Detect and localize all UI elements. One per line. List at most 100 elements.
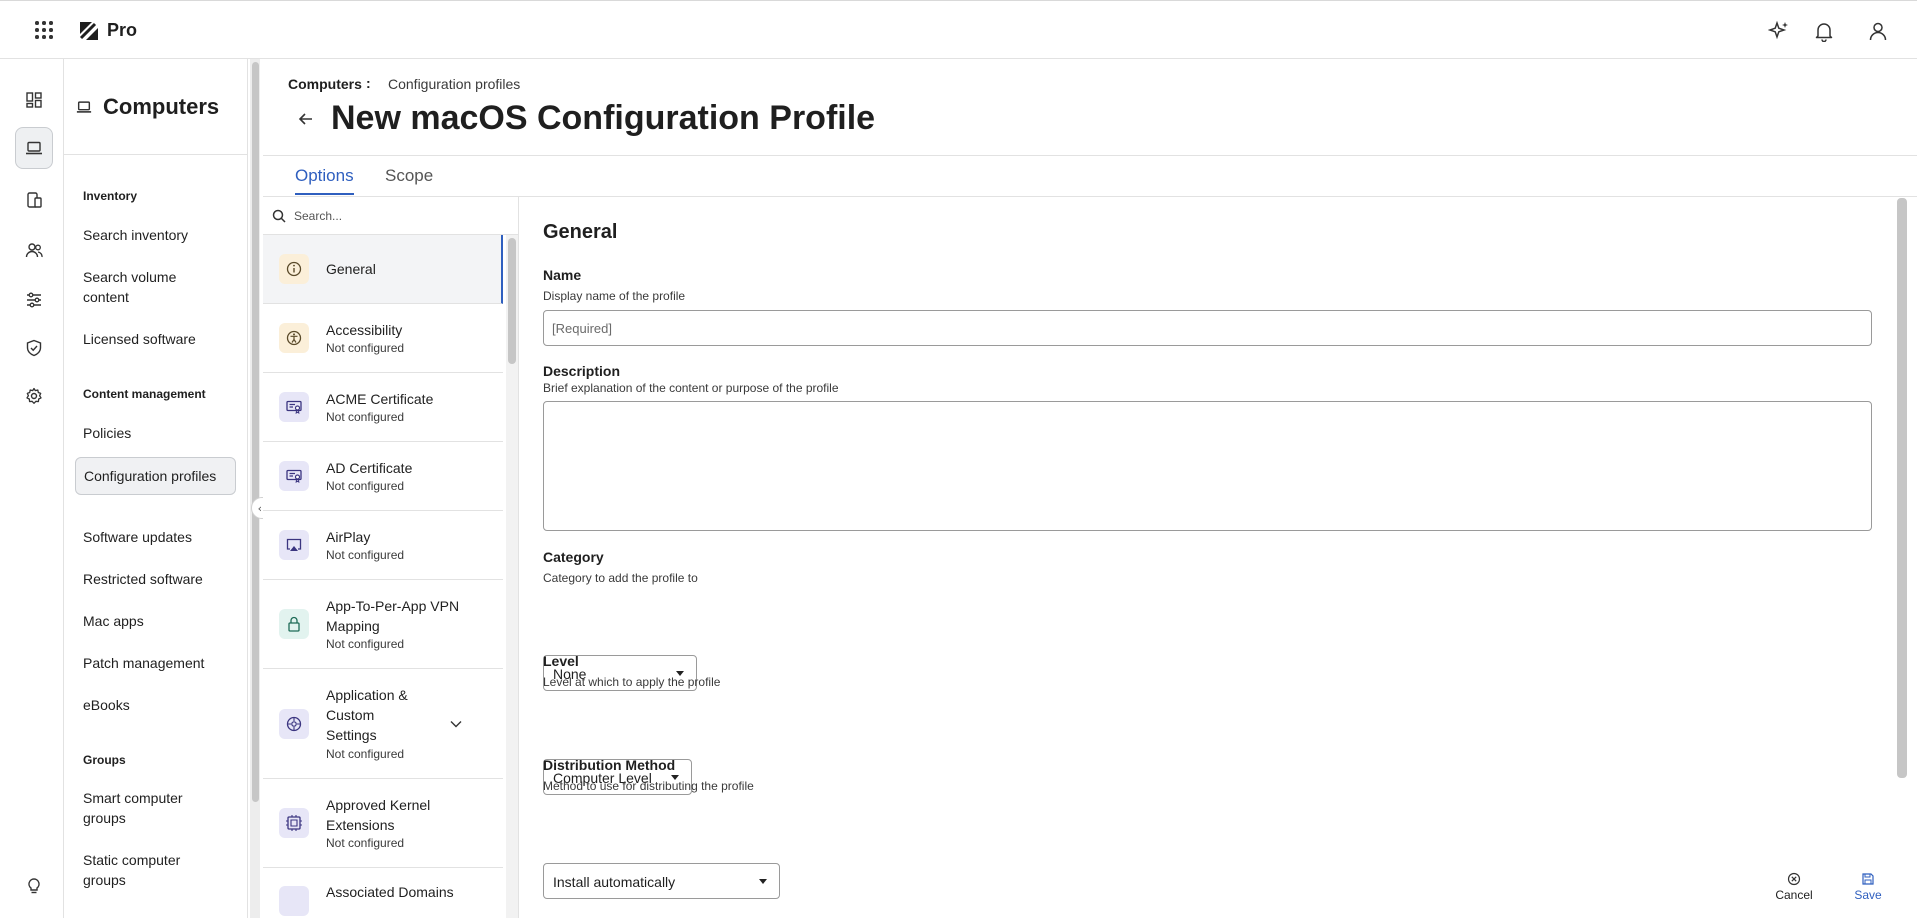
payload-item-acme-certificate[interactable]: ACME Certificate Not configured: [263, 373, 503, 442]
security-nav-button[interactable]: [15, 327, 53, 369]
ai-sparkle-icon[interactable]: [1768, 20, 1790, 42]
certificate-icon: [279, 461, 309, 491]
sidebar-item-smart-computer-groups[interactable]: Smart computer groups: [74, 788, 235, 828]
save-icon: [1862, 873, 1874, 885]
shield-check-icon: [26, 339, 42, 357]
dashboard-icon: [26, 92, 42, 108]
active-tab-indicator: [295, 193, 354, 195]
sidebar-section-content-management: Content management: [83, 387, 206, 401]
devices-nav-button[interactable]: [15, 179, 53, 221]
payload-status: Not configured: [326, 479, 405, 493]
distribution-method-label: Distribution Method: [543, 757, 676, 773]
sidebar-scrollbar-thumb[interactable]: [252, 62, 259, 802]
description-field[interactable]: [543, 401, 1872, 531]
form-section-title: General: [543, 221, 618, 243]
sidebar-item-search-inventory[interactable]: Search inventory: [74, 225, 235, 245]
cancel-button[interactable]: Cancel: [1774, 872, 1814, 902]
sidebar-item-software-updates[interactable]: Software updates: [74, 527, 235, 547]
save-label: Save: [1854, 888, 1882, 902]
payload-search-input[interactable]: [294, 206, 494, 226]
domains-icon: [279, 886, 309, 916]
distribution-method-select[interactable]: Install automatically: [543, 863, 780, 899]
laptop-icon: [26, 141, 42, 155]
tips-nav-button[interactable]: [15, 865, 53, 907]
payload-item-airplay[interactable]: AirPlay Not configured: [263, 511, 503, 580]
back-arrow-icon[interactable]: [296, 109, 316, 129]
sidebar-item-patch-management[interactable]: Patch management: [74, 653, 235, 673]
users-nav-button[interactable]: [15, 229, 53, 271]
payload-name: Associated Domains: [326, 884, 454, 900]
left-navigation-rail: [0, 59, 64, 918]
gear-icon: [26, 387, 42, 404]
cancel-icon: [1787, 872, 1801, 886]
settings-sliders-nav-button[interactable]: [15, 279, 53, 321]
name-field[interactable]: [543, 310, 1872, 346]
sidebar-item-ebooks[interactable]: eBooks: [74, 695, 235, 715]
sidebar-title: Computers: [103, 94, 220, 119]
payload-name: Accessibility: [326, 322, 403, 338]
tab-options[interactable]: Options: [295, 166, 354, 186]
tab-scope[interactable]: Scope: [385, 166, 433, 186]
sidebar-item-configuration-profiles[interactable]: Configuration profiles: [75, 457, 236, 495]
category-help: Category to add the profile to: [543, 571, 698, 585]
sidebar-header: Computers: [64, 59, 248, 155]
dashboard-nav-button[interactable]: [15, 79, 53, 121]
divider: [263, 155, 1917, 156]
laptop-icon: [76, 101, 92, 113]
payload-status: Not configured: [326, 341, 405, 355]
payload-name: Application & Custom Settings: [326, 687, 408, 743]
payload-item-approved-kernel-extensions[interactable]: Approved Kernel Extensions Not configure…: [263, 779, 503, 868]
payload-name: General: [326, 261, 376, 277]
users-icon: [25, 243, 43, 258]
category-label: Category: [543, 549, 604, 565]
payload-list-scrollbar-thumb[interactable]: [508, 238, 516, 364]
payload-name: ACME Certificate: [326, 391, 434, 407]
lock-icon: [279, 609, 309, 639]
payload-name: App-To-Per-App VPN Mapping: [326, 598, 460, 634]
sidebar-item-search-volume-content[interactable]: Search volume content: [74, 267, 235, 307]
payload-search: [263, 197, 518, 235]
sidebar-section-groups: Groups: [83, 753, 126, 767]
brand-name: Pro: [107, 20, 138, 40]
breadcrumb-separator: :: [366, 75, 371, 91]
airplay-icon: [279, 530, 309, 560]
lightbulb-icon: [28, 878, 40, 894]
cancel-label: Cancel: [1775, 888, 1813, 902]
payload-item-application-custom-settings[interactable]: Application & Custom Settings Not config…: [263, 669, 503, 779]
payload-name: AirPlay: [326, 529, 371, 545]
app-launcher-icon[interactable]: [35, 21, 53, 39]
chevron-down-icon[interactable]: [450, 719, 462, 729]
payload-status: Not configured: [326, 548, 405, 562]
general-payload-form: General Name Display name of the profile…: [520, 197, 1917, 918]
user-account-icon[interactable]: [1867, 20, 1889, 42]
form-scrollbar-thumb[interactable]: [1897, 198, 1907, 778]
breadcrumb-root[interactable]: Computers: [288, 76, 362, 92]
payload-name: Approved Kernel Extensions: [326, 797, 431, 833]
main-content: Computers : Configuration profiles New m…: [263, 59, 1917, 918]
description-help: Brief explanation of the content or purp…: [543, 381, 839, 395]
payload-list: General Accessibility Not configured ACM…: [263, 197, 519, 918]
sidebar-item-licensed-software[interactable]: Licensed software: [74, 329, 235, 349]
caret-down-icon: [759, 879, 767, 884]
brand-logo-icon: [79, 22, 98, 40]
computers-nav-button[interactable]: [15, 127, 53, 169]
payload-item-ad-certificate[interactable]: AD Certificate Not configured: [263, 442, 503, 511]
payload-item-associated-domains[interactable]: Associated Domains: [263, 868, 503, 918]
distribution-method-selected-value: Install automatically: [553, 874, 676, 890]
sidebar-item-mac-apps[interactable]: Mac apps: [74, 611, 235, 631]
payload-status: Not configured: [326, 410, 405, 424]
description-label: Description: [543, 363, 621, 379]
level-label: Level: [543, 653, 579, 669]
payload-item-app-to-per-app-vpn[interactable]: App-To-Per-App VPN Mapping Not configure…: [263, 580, 503, 669]
sidebar-item-policies[interactable]: Policies: [74, 423, 235, 443]
sidebar-item-restricted-software[interactable]: Restricted software: [74, 569, 235, 589]
breadcrumb-current[interactable]: Configuration profiles: [388, 76, 520, 92]
payload-item-accessibility[interactable]: Accessibility Not configured: [263, 304, 503, 373]
settings-gear-icon: [279, 709, 309, 739]
page-title: New macOS Configuration Profile: [331, 99, 876, 137]
settings-nav-button[interactable]: [15, 375, 53, 417]
payload-item-general[interactable]: General: [263, 235, 503, 304]
save-button[interactable]: Save: [1852, 872, 1884, 902]
sidebar-item-static-computer-groups[interactable]: Static computer groups: [74, 850, 235, 890]
notifications-bell-icon[interactable]: [1813, 20, 1835, 42]
